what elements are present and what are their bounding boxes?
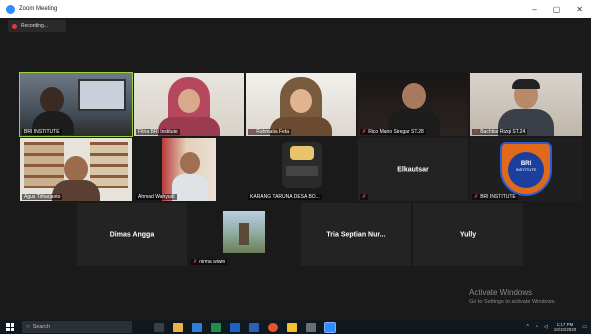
file-explorer-icon[interactable] xyxy=(173,322,183,332)
video-feed xyxy=(358,73,468,136)
video-tile[interactable]: BRI INSTITUTE xyxy=(19,72,133,137)
mic-muted-icon: ✗ xyxy=(250,129,255,135)
mic-muted-icon: ✗ xyxy=(362,194,367,200)
notifications-icon[interactable]: ▭ xyxy=(582,324,587,330)
watermark-subtitle: Go to Settings to activate Windows. xyxy=(469,299,556,305)
participant-name: Tria Septian Nur... xyxy=(326,231,386,238)
participant-name: Rico Mario Siregar ST.28 xyxy=(368,129,424,135)
video-tile[interactable]: Ahmad Wahyudi xyxy=(134,138,244,201)
participant-label: ✗ Rico Mario Siregar ST.28 xyxy=(360,129,426,135)
edge-icon[interactable] xyxy=(192,322,202,332)
taskbar-apps xyxy=(154,321,336,333)
audio-tile[interactable]: Elkautsar ✗ xyxy=(358,138,468,201)
search-icon: ○ xyxy=(26,324,30,330)
title-bar: Zoom Meeting – ▢ ✕ xyxy=(0,0,591,18)
word-icon[interactable] xyxy=(249,322,259,332)
video-feed xyxy=(189,203,299,266)
system-tray: ^ ◔ ◁ 1:17 PM 10/10/2020 ▭ xyxy=(526,320,587,334)
window-title: Zoom Meeting xyxy=(19,6,58,12)
participant-name: KARANG TARUNA DESA BO... xyxy=(250,194,320,200)
clock-date: 10/10/2020 xyxy=(553,327,577,332)
watermark-title: Activate Windows xyxy=(469,288,533,297)
video-tile[interactable]: ✗ Bachtiar Rizqi ST.24 xyxy=(470,73,582,136)
participant-label: ✗ BRI INSTITUTE xyxy=(472,194,518,200)
photos-icon[interactable] xyxy=(306,322,316,332)
audio-tile[interactable]: Tria Septian Nur... xyxy=(301,203,411,266)
video-tile[interactable]: KARANG TARUNA DESA BO... xyxy=(246,138,356,201)
participant-name: nirma wiwin xyxy=(199,259,226,265)
participant-label: KARANG TARUNA DESA BO... xyxy=(248,194,322,200)
video-feed xyxy=(20,73,132,136)
participant-name: Bachtiar Rizqi ST.24 xyxy=(480,129,526,135)
windows-start-icon[interactable] xyxy=(6,323,14,331)
participant-label: ✗ Rahmatia Feta xyxy=(248,129,291,135)
recording-label: Recording... xyxy=(21,23,48,29)
maximize-button[interactable]: ▢ xyxy=(553,5,561,14)
participant-label: BRI INSTITUTE xyxy=(22,129,62,135)
video-feed xyxy=(134,73,244,136)
minimize-button[interactable]: – xyxy=(532,5,536,14)
participant-name: Ahmad Wahyudi xyxy=(138,194,175,200)
mic-muted-icon: ✗ xyxy=(474,194,479,200)
video-tile[interactable]: Fitria BRI Institute xyxy=(134,73,244,136)
zoom-app-icon xyxy=(6,4,15,14)
participant-label: ✗ nirma wiwin xyxy=(191,259,228,265)
outlook-icon[interactable] xyxy=(230,322,240,332)
participant-label: Fitria BRI Institute xyxy=(136,129,180,135)
search-placeholder: Search xyxy=(32,324,51,330)
audio-tile[interactable]: Dimas Angga xyxy=(77,203,187,266)
window-controls: – ▢ ✕ xyxy=(532,0,583,18)
video-feed xyxy=(20,138,132,201)
video-tile[interactable]: ✗ Rahmatia Feta xyxy=(246,73,356,136)
participant-name: Yully xyxy=(459,231,477,238)
participant-name: Elkautsar xyxy=(397,166,429,173)
logo-text-bottom: INSTITUTE xyxy=(515,167,537,172)
sticky-notes-icon[interactable] xyxy=(287,322,297,332)
zoom-window: Zoom Meeting – ▢ ✕ Recording... BRI INST… xyxy=(0,0,591,334)
zoom-taskbar-icon[interactable] xyxy=(324,321,336,333)
video-tile[interactable]: ✗ nirma wiwin xyxy=(189,203,299,266)
mic-muted-icon: ✗ xyxy=(193,259,198,265)
video-tile[interactable]: BRI INSTITUTE ✗ BRI INSTITUTE xyxy=(470,138,582,201)
network-icon[interactable]: ◔ xyxy=(535,324,538,330)
video-feed xyxy=(470,73,582,136)
participant-name: Rahmatia Feta xyxy=(256,129,289,135)
video-tile[interactable]: Agus Triharjanto xyxy=(20,138,132,201)
volume-icon[interactable]: ◁ xyxy=(544,324,548,330)
excel-icon[interactable] xyxy=(211,322,221,332)
video-feed xyxy=(246,73,356,136)
participant-name: BRI INSTITUTE xyxy=(24,129,60,135)
taskbar-clock[interactable]: 1:17 PM 10/10/2020 xyxy=(554,322,577,332)
video-tile[interactable]: ✗ Rico Mario Siregar ST.28 xyxy=(358,73,468,136)
mic-muted-icon: ✗ xyxy=(362,129,367,135)
task-view-icon[interactable] xyxy=(154,322,164,332)
participant-label: Ahmad Wahyudi xyxy=(136,194,177,200)
windows-taskbar: ○ Search ^ ◔ ◁ 1:17 PM 10/10/2020 ▭ xyxy=(0,320,591,334)
participant-name: Agus Triharjanto xyxy=(24,194,61,200)
participant-name: Fitria BRI Institute xyxy=(138,129,178,135)
participant-name: Dimas Angga xyxy=(109,231,155,238)
participant-name: BRI INSTITUTE xyxy=(480,194,516,200)
video-feed xyxy=(134,138,244,201)
mic-muted-icon: ✗ xyxy=(474,129,479,135)
participant-label: Agus Triharjanto xyxy=(22,194,63,200)
activate-windows-watermark: Activate Windows Go to Settings to activ… xyxy=(469,288,556,305)
chrome-icon[interactable] xyxy=(268,322,278,332)
participant-label: ✗ xyxy=(360,194,369,200)
bri-institute-logo: BRI INSTITUTE xyxy=(500,142,552,196)
record-icon xyxy=(12,23,17,29)
close-button[interactable]: ✕ xyxy=(576,5,583,14)
chevron-up-icon[interactable]: ^ xyxy=(526,324,528,330)
video-feed xyxy=(246,138,356,201)
participant-label: ✗ Bachtiar Rizqi ST.24 xyxy=(472,129,528,135)
audio-tile[interactable]: Yully xyxy=(413,203,523,266)
taskbar-search[interactable]: ○ Search xyxy=(22,321,132,333)
recording-indicator[interactable]: Recording... xyxy=(8,20,66,32)
video-feed: BRI INSTITUTE xyxy=(470,138,582,201)
